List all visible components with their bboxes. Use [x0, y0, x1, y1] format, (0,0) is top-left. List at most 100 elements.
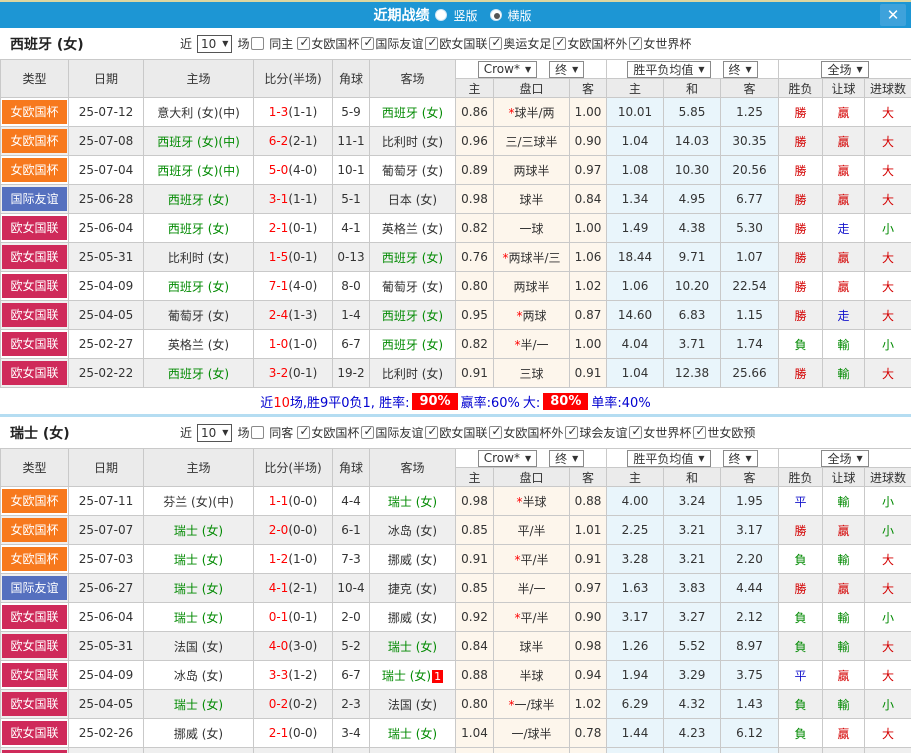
big-rate-badge: 80% — [543, 392, 589, 410]
horizontal-layout-radio[interactable] — [489, 9, 502, 21]
league-checkbox[interactable] — [553, 35, 567, 50]
league-checkbox[interactable] — [629, 424, 643, 439]
league-checkbox[interactable] — [425, 35, 439, 50]
league-filter[interactable]: 世女欧预 — [693, 424, 755, 440]
type-cell: 欧女国联 — [0, 213, 69, 243]
type-cell: 欧女国联 — [0, 300, 69, 330]
bookmaker-select[interactable]: Crow* ▼ — [477, 449, 538, 467]
rank-badge: 1 — [432, 669, 444, 683]
result-cell: 負 — [778, 329, 824, 359]
league-checkbox[interactable] — [361, 424, 375, 439]
ah-home-odds: 0.80 — [455, 689, 494, 719]
col-goals: 进球数 — [864, 467, 911, 487]
chevron-down-icon: ▼ — [524, 453, 532, 463]
league-filter[interactable]: 女欧国杯 — [297, 424, 359, 440]
competition-badge: 女欧国杯 — [2, 547, 67, 571]
result-cell: 平 — [778, 747, 824, 753]
league-filter[interactable]: 女欧国杯外 — [489, 424, 563, 440]
league-filter[interactable]: 奥运女足 — [489, 35, 551, 51]
ah-away-odds: 0.78 — [568, 747, 608, 753]
league-filter[interactable]: 球会友谊 — [565, 424, 627, 440]
home-team: 法国 (女) — [143, 631, 254, 661]
ah-home-odds: 0.84 — [455, 631, 494, 661]
bookmaker-select[interactable]: Crow* ▼ — [477, 60, 538, 78]
same-side-checkbox[interactable] — [251, 37, 265, 50]
odds-average-select[interactable]: 胜平负均值 ▼ — [627, 60, 711, 78]
match-row: 女欧国杯 25-07-08 西班牙 (女)(中) 6-2(2-1) 11-1 比利时 (女… — [0, 126, 911, 156]
result-cell: 負 — [778, 689, 824, 719]
ah-home-odds: 0.82 — [455, 213, 494, 243]
same-side-filter[interactable]: 同客 — [251, 424, 293, 441]
final-odds-select[interactable]: 终 ▼ — [549, 60, 585, 78]
final-odds-select-2[interactable]: 终 ▼ — [722, 60, 758, 78]
eu-home-odds: 2.33 — [606, 747, 665, 753]
match-date: 25-07-12 — [68, 97, 144, 127]
competition-badge: 欧女国联 — [2, 605, 67, 629]
league-filter[interactable]: 女世界杯 — [629, 35, 691, 51]
eu-home-odds: 1.08 — [606, 155, 665, 185]
away-team: 瑞士 (女) — [369, 486, 456, 516]
league-checkbox[interactable] — [565, 424, 579, 439]
final-odds-select[interactable]: 终 ▼ — [549, 449, 585, 467]
goals-cell: 大 — [864, 300, 911, 330]
result-cell: 勝 — [778, 97, 824, 127]
eu-away-odds: 20.56 — [720, 155, 780, 185]
league-checkbox[interactable] — [489, 424, 503, 439]
ah-result-cell: 贏 — [822, 97, 866, 127]
near-count-select[interactable]: 10 ▼ — [197, 423, 233, 442]
ah-home-odds: 0.88 — [455, 660, 494, 690]
type-cell: 欧女国联 — [0, 747, 69, 753]
league-filter[interactable]: 女世界杯 — [629, 424, 691, 440]
same-side-filter[interactable]: 同主 — [251, 35, 293, 52]
eu-draw-odds: 5.52 — [663, 631, 722, 661]
league-filter[interactable]: 女欧国杯外 — [553, 35, 627, 51]
league-filter[interactable]: 欧女国联 — [425, 35, 487, 51]
league-checkbox[interactable] — [629, 35, 643, 50]
same-side-checkbox[interactable] — [251, 426, 265, 439]
match-row: 女欧国杯 25-07-12 意大利 (女)(中) 1-3(1-1) 5-9 西班牙 (女)… — [0, 97, 911, 127]
type-cell: 欧女国联 — [0, 602, 69, 632]
league-checkbox[interactable] — [361, 35, 375, 50]
eu-away-odds: 30.35 — [720, 126, 780, 156]
match-score: 1-1(0-0) — [253, 486, 333, 516]
odds-average-select[interactable]: 胜平负均值 ▼ — [627, 449, 711, 467]
type-cell: 欧女国联 — [0, 631, 69, 661]
match-score: 0-1(0-1) — [253, 602, 333, 632]
eu-draw-odds: 14.03 — [663, 126, 722, 156]
fulltime-select[interactable]: 全场 ▼ — [821, 60, 869, 78]
vertical-layout-radio[interactable] — [435, 9, 448, 21]
league-filter[interactable]: 国际友谊 — [361, 35, 423, 51]
fulltime-select[interactable]: 全场 ▼ — [821, 449, 869, 467]
close-icon[interactable]: ✕ — [880, 4, 906, 26]
section-header-switzerland: 瑞士 (女) 近 10▼ 场 同客 女欧国杯国际友谊欧女国联女欧国杯外球会友谊女… — [0, 417, 911, 448]
league-checkbox[interactable] — [693, 424, 707, 439]
home-team: 西班牙 (女)(中) — [143, 126, 254, 156]
ah-home-odds: 0.85 — [455, 573, 494, 603]
near-count-select[interactable]: 10 ▼ — [197, 34, 233, 53]
home-team: 瑞士 (女) — [143, 747, 254, 753]
handicap: *两球 — [493, 300, 570, 330]
league-checkbox[interactable] — [425, 424, 439, 439]
away-team: 比利时 (女) — [369, 126, 456, 156]
goals-cell: 大 — [864, 97, 911, 127]
col-type: 类型 — [0, 59, 69, 98]
league-filter[interactable]: 欧女国联 — [425, 424, 487, 440]
chevron-down-icon: ▼ — [856, 453, 863, 463]
col-ah-home: 主 — [455, 78, 494, 98]
ah-home-odds: 0.76 — [455, 242, 494, 272]
league-checkbox[interactable] — [489, 35, 503, 50]
goals-cell: 大 — [864, 126, 911, 156]
competition-badge: 欧女国联 — [2, 634, 67, 658]
home-team: 瑞士 (女) — [143, 602, 254, 632]
league-filter[interactable]: 国际友谊 — [361, 424, 423, 440]
result-cell: 負 — [778, 631, 824, 661]
vertical-layout-label[interactable]: 竖版 — [453, 7, 477, 24]
horizontal-layout-label[interactable]: 横版 — [508, 7, 532, 24]
league-checkbox[interactable] — [297, 424, 311, 439]
league-checkbox[interactable] — [297, 35, 311, 50]
goals-cell: 大 — [864, 660, 911, 690]
type-cell: 国际友谊 — [0, 573, 69, 603]
league-filter[interactable]: 女欧国杯 — [297, 35, 359, 51]
final-odds-select-2[interactable]: 终 ▼ — [722, 449, 758, 467]
col-ah-result: 让球 — [822, 467, 866, 487]
